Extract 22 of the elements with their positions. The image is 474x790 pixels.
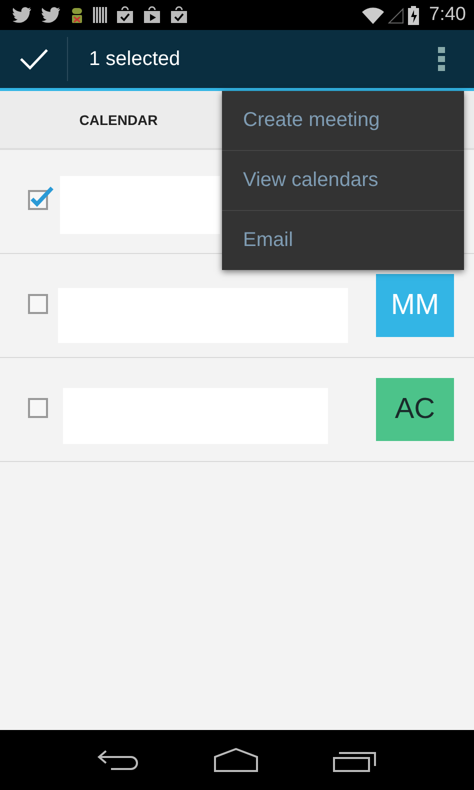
checkbox[interactable] <box>28 186 54 210</box>
menu-item[interactable]: Email <box>222 211 464 270</box>
back-icon[interactable] <box>97 749 139 771</box>
wifi-icon <box>362 6 384 24</box>
initials-avatar: AC <box>376 378 454 441</box>
checkmark-icon <box>18 48 48 70</box>
home-icon[interactable] <box>213 748 259 772</box>
bird-icon <box>12 7 32 23</box>
clock-time: 7:40 <box>429 4 466 26</box>
bird-icon <box>41 7 61 23</box>
bag-play-icon <box>143 6 161 24</box>
robot-icon <box>70 6 84 24</box>
bag-check-icon <box>116 6 134 24</box>
signal-icon <box>388 6 404 24</box>
initials-avatar: MM <box>376 274 454 337</box>
barcode-icon <box>93 6 107 24</box>
more-icon <box>438 47 446 71</box>
selection-count: 1 selected <box>89 48 182 70</box>
battery-icon <box>408 6 420 24</box>
menu-item[interactable]: Create meeting <box>222 91 464 151</box>
menu-item[interactable]: View calendars <box>222 151 464 211</box>
bag-check-icon <box>170 6 188 24</box>
